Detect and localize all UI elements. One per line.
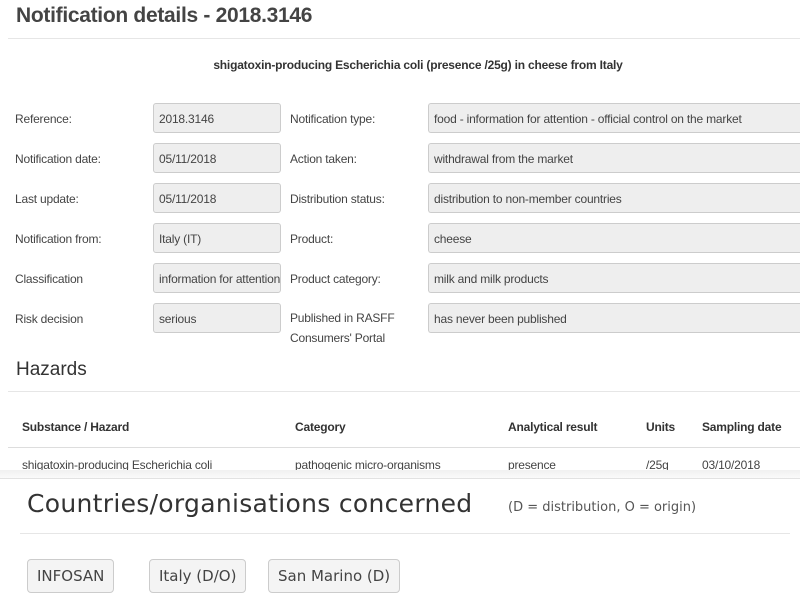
classification-label: Classification [15, 272, 83, 286]
classification-field[interactable]: information for attention [153, 263, 281, 293]
col-substance-hazard[interactable]: Substance / Hazard [22, 420, 129, 434]
details-row-classification: Classification information for attention… [0, 263, 800, 304]
last-update-field[interactable]: 05/11/2018 [153, 183, 281, 213]
hazards-header-divider [8, 447, 800, 448]
action-taken-label: Action taken: [290, 152, 357, 166]
title-divider [8, 38, 800, 39]
col-category[interactable]: Category [295, 420, 346, 434]
hazards-title: Hazards [16, 359, 87, 380]
distribution-status-field[interactable]: distribution to non-member countries [428, 183, 800, 213]
countries-divider [20, 533, 790, 534]
countries-title: Countries/organisations concerned [27, 489, 473, 518]
reference-field[interactable]: 2018.3146 [153, 103, 281, 133]
notification-subject: shigatoxin-producing Escherichia coli (p… [213, 58, 623, 72]
countries-legend-note: (D = distribution, O = origin) [508, 500, 697, 515]
product-label: Product: [290, 232, 334, 246]
country-button-san-marino[interactable]: San Marino (D) [268, 559, 401, 593]
product-category-label: Product category: [290, 272, 381, 286]
notification-type-label: Notification type: [290, 112, 376, 126]
details-row-reference: Reference: 2018.3146 Notification type: … [0, 103, 800, 144]
last-update-label: Last update: [15, 192, 79, 206]
product-field[interactable]: cheese [428, 223, 800, 253]
notification-date-field[interactable]: 05/11/2018 [153, 143, 281, 173]
notification-from-field[interactable]: Italy (IT) [153, 223, 281, 253]
published-portal-field[interactable]: has never been published [428, 303, 800, 333]
distribution-status-label: Distribution status: [290, 192, 385, 206]
col-sampling-date[interactable]: Sampling date [702, 420, 782, 434]
action-taken-field[interactable]: withdrawal from the market [428, 143, 800, 173]
product-category-field[interactable]: milk and milk products [428, 263, 800, 293]
details-row-risk-decision: Risk decision serious Published in RASFF… [0, 303, 800, 345]
countries-section: Countries/organisations concerned (D = d… [0, 478, 800, 600]
risk-decision-field[interactable]: serious [153, 303, 281, 333]
details-row-last-update: Last update: 05/11/2018 Distribution sta… [0, 183, 800, 224]
notification-date-label: Notification date: [15, 152, 101, 166]
notification-type-field[interactable]: food - information for attention - offic… [428, 103, 800, 133]
risk-decision-label: Risk decision [15, 312, 84, 326]
country-button-infosan[interactable]: INFOSAN [27, 559, 115, 593]
col-units[interactable]: Units [646, 420, 675, 434]
country-button-italy[interactable]: Italy (D/O) [149, 559, 247, 593]
page-title: Notification details - 2018.3146 [16, 4, 313, 27]
hazards-table-header: Substance / Hazard Category Analytical r… [0, 420, 800, 444]
details-row-notification-from: Notification from: Italy (IT) Product: c… [0, 223, 800, 264]
notification-from-label: Notification from: [15, 232, 102, 246]
published-portal-label: Published in RASFF Consumers' Portal [290, 311, 395, 345]
hazards-divider [8, 391, 800, 392]
col-analytical-result[interactable]: Analytical result [508, 420, 598, 434]
details-row-notification-date: Notification date: 05/11/2018 Action tak… [0, 143, 800, 184]
reference-label: Reference: [15, 112, 72, 126]
